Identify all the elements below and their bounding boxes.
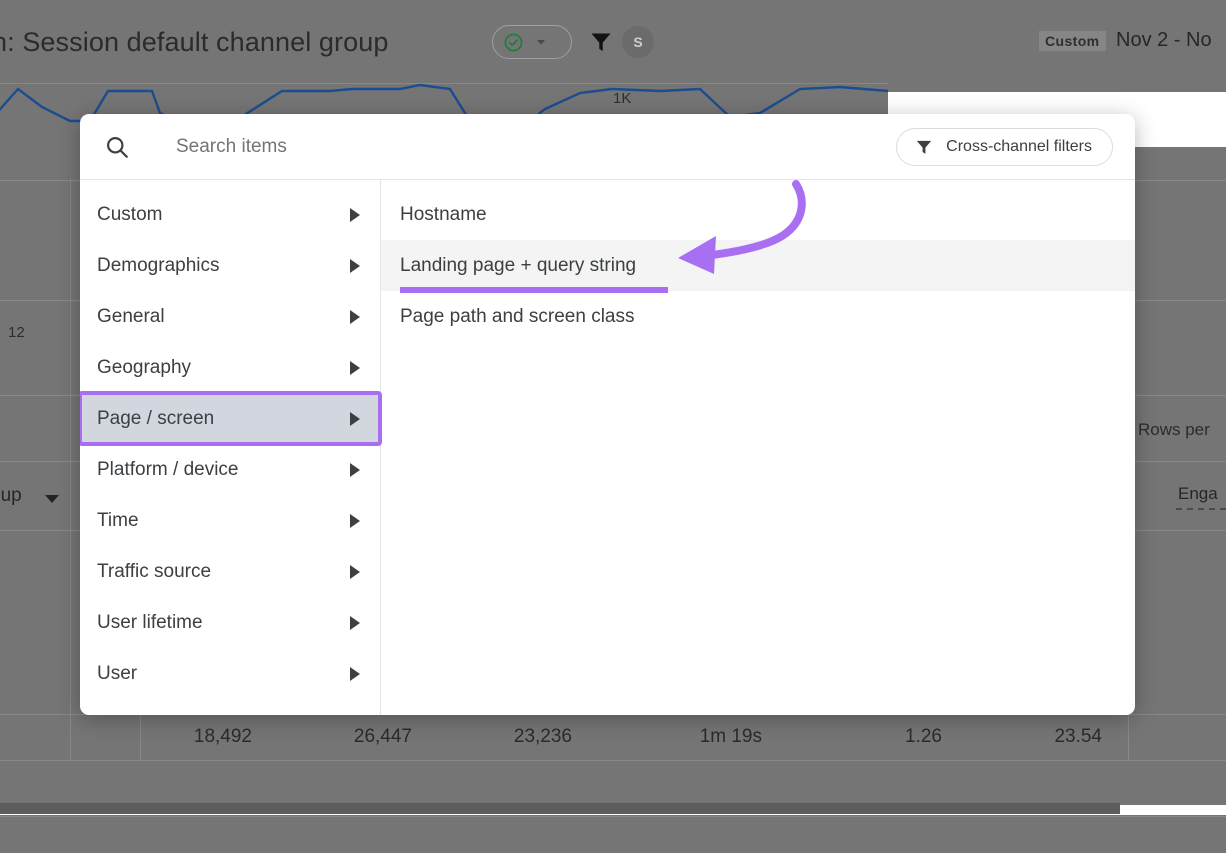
category-label: Platform / device: [97, 459, 239, 481]
category-label: General: [97, 306, 165, 328]
dimension-option-page-path-and-screen-class[interactable]: Page path and screen class: [381, 291, 1135, 342]
chart-axis-tick-2: 12: [8, 324, 25, 341]
dimension-option-hostname[interactable]: Hostname: [381, 189, 1135, 240]
table-totals-row: 18,492 26,447 23,236 1m 19s 1.26 23.54: [140, 716, 1140, 758]
app-footer-band: [0, 815, 1226, 853]
category-item-platform-device[interactable]: Platform / device: [80, 444, 380, 495]
dimension-selector-label[interactable]: oup: [0, 485, 22, 507]
category-item-geography[interactable]: Geography: [80, 342, 380, 393]
chevron-right-icon: [350, 310, 360, 324]
divider-vertical: [70, 180, 71, 760]
chart-axis-tick: 1K: [613, 90, 631, 107]
date-preset-label[interactable]: Custom: [1039, 31, 1106, 51]
category-item-traffic-source[interactable]: Traffic source: [80, 546, 380, 597]
category-list: Custom Demographics General Geography Pa…: [80, 180, 381, 715]
search-icon: [104, 134, 130, 160]
column-header-underline: [1176, 508, 1226, 510]
totals-cell: 26,447: [270, 726, 430, 748]
divider: [0, 816, 1226, 817]
totals-cell: 1.26: [780, 726, 960, 748]
dimension-option-list: Hostname Landing page + query string Pag…: [381, 180, 1135, 715]
chevron-right-icon: [350, 208, 360, 222]
category-label: Time: [97, 510, 139, 532]
category-label: Custom: [97, 204, 162, 226]
table-column-header[interactable]: Enga: [1178, 484, 1218, 504]
cross-channel-filters-label: Cross-channel filters: [946, 138, 1092, 156]
chevron-right-icon: [350, 616, 360, 630]
category-item-time[interactable]: Time: [80, 495, 380, 546]
dimension-option-label: Landing page + query string: [400, 255, 636, 277]
rows-per-page-label[interactable]: Rows per: [1138, 420, 1210, 440]
category-item-user-lifetime[interactable]: User lifetime: [80, 597, 380, 648]
category-label: User lifetime: [97, 612, 203, 634]
totals-cell: 1m 19s: [590, 726, 780, 748]
category-item-demographics[interactable]: Demographics: [80, 240, 380, 291]
filter-icon: [914, 137, 934, 157]
category-label: Demographics: [97, 255, 220, 277]
chevron-down-icon: [533, 34, 549, 50]
cross-channel-filters-button[interactable]: Cross-channel filters: [896, 128, 1113, 166]
totals-cell: 18,492: [140, 726, 270, 748]
chevron-right-icon: [350, 361, 360, 375]
chevron-right-icon: [350, 259, 360, 273]
category-item-custom[interactable]: Custom: [80, 189, 380, 240]
chevron-right-icon: [350, 412, 360, 426]
category-label: Page / screen: [97, 408, 214, 430]
page-title: n: Session default channel group: [0, 27, 388, 58]
chevron-right-icon: [350, 565, 360, 579]
category-item-user[interactable]: User: [80, 648, 380, 699]
dimension-option-landing-page-query-string[interactable]: Landing page + query string: [381, 240, 1135, 291]
divider: [0, 83, 888, 84]
data-quality-chip[interactable]: [492, 25, 572, 59]
dialog-header: Cross-channel filters: [80, 114, 1135, 180]
totals-cell: 23,236: [430, 726, 590, 748]
totals-cell: 23.54: [960, 726, 1120, 748]
chevron-right-icon: [350, 463, 360, 477]
app-chart-panel-right: [888, 83, 1226, 92]
divider: [0, 760, 1226, 761]
dimension-picker-dialog: Cross-channel filters Custom Demographic…: [80, 114, 1135, 715]
dimension-option-label: Hostname: [400, 204, 487, 226]
category-label: Traffic source: [97, 561, 211, 583]
category-item-general[interactable]: General: [80, 291, 380, 342]
horizontal-scrollbar[interactable]: [0, 803, 1120, 814]
filter-icon[interactable]: [588, 28, 614, 56]
dialog-body: Custom Demographics General Geography Pa…: [80, 180, 1135, 715]
screen-root: n: Session default channel group S Custo…: [0, 0, 1226, 853]
chevron-right-icon: [350, 514, 360, 528]
search-input[interactable]: [176, 136, 896, 158]
chevron-down-icon[interactable]: [45, 495, 59, 503]
date-range-label[interactable]: Nov 2 - No: [1116, 29, 1212, 52]
category-label: User: [97, 663, 137, 685]
dimension-option-label: Page path and screen class: [400, 306, 635, 328]
chevron-right-icon: [350, 667, 360, 681]
category-item-page-screen[interactable]: Page / screen: [80, 393, 380, 444]
avatar[interactable]: S: [622, 26, 654, 58]
check-circle-icon: [503, 32, 524, 53]
category-label: Geography: [97, 357, 191, 379]
